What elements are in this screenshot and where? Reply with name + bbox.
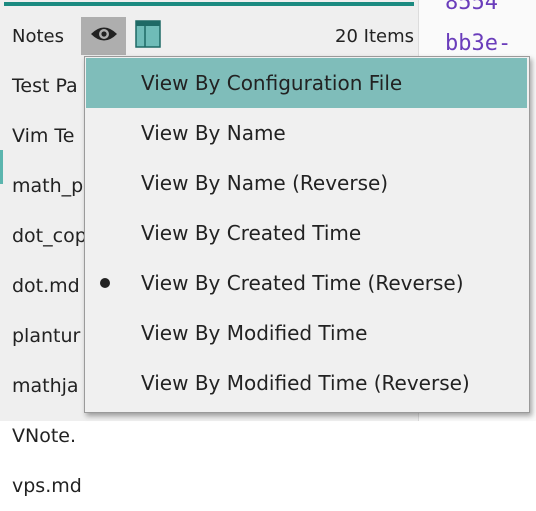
items-count: 20 Items [335,26,414,47]
menu-item-label: View By Created Time (Reverse) [141,271,464,295]
eye-icon [89,24,119,48]
menu-item-label: View By Modified Time [141,321,368,345]
panel-accent-bar [4,2,414,6]
view-order-menu: View By Configuration File View By Name … [84,56,530,413]
code-fragment: 8554 [445,0,498,15]
menu-item-label: View By Modified Time (Reverse) [141,371,470,395]
menu-item-view-by-name[interactable]: View By Name [86,108,527,158]
split-panel-icon [135,20,161,52]
view-order-button[interactable] [81,17,126,55]
menu-item-view-by-created-time[interactable]: View By Created Time [86,208,527,258]
menu-item-view-by-configuration-file[interactable]: View By Configuration File [86,58,527,108]
menu-item-label: View By Name (Reverse) [141,171,389,195]
list-item[interactable]: vps.md [0,461,418,511]
menu-item-label: View By Name [141,121,286,145]
layout-toggle-button[interactable] [134,20,162,52]
selected-dot-icon [100,278,110,288]
list-item[interactable]: VNote. [0,411,418,461]
notes-header: Notes 20 Items [0,17,418,57]
code-fragment: bb3e- [445,31,512,56]
menu-item-view-by-created-time-reverse[interactable]: View By Created Time (Reverse) [86,258,527,308]
current-item-marker [0,150,3,184]
menu-item-view-by-name-reverse[interactable]: View By Name (Reverse) [86,158,527,208]
notes-title: Notes [12,26,64,47]
menu-item-label: View By Created Time [141,221,362,245]
menu-item-view-by-modified-time-reverse[interactable]: View By Modified Time (Reverse) [86,358,527,408]
menu-item-view-by-modified-time[interactable]: View By Modified Time [86,308,527,358]
menu-item-label: View By Configuration File [141,71,403,95]
